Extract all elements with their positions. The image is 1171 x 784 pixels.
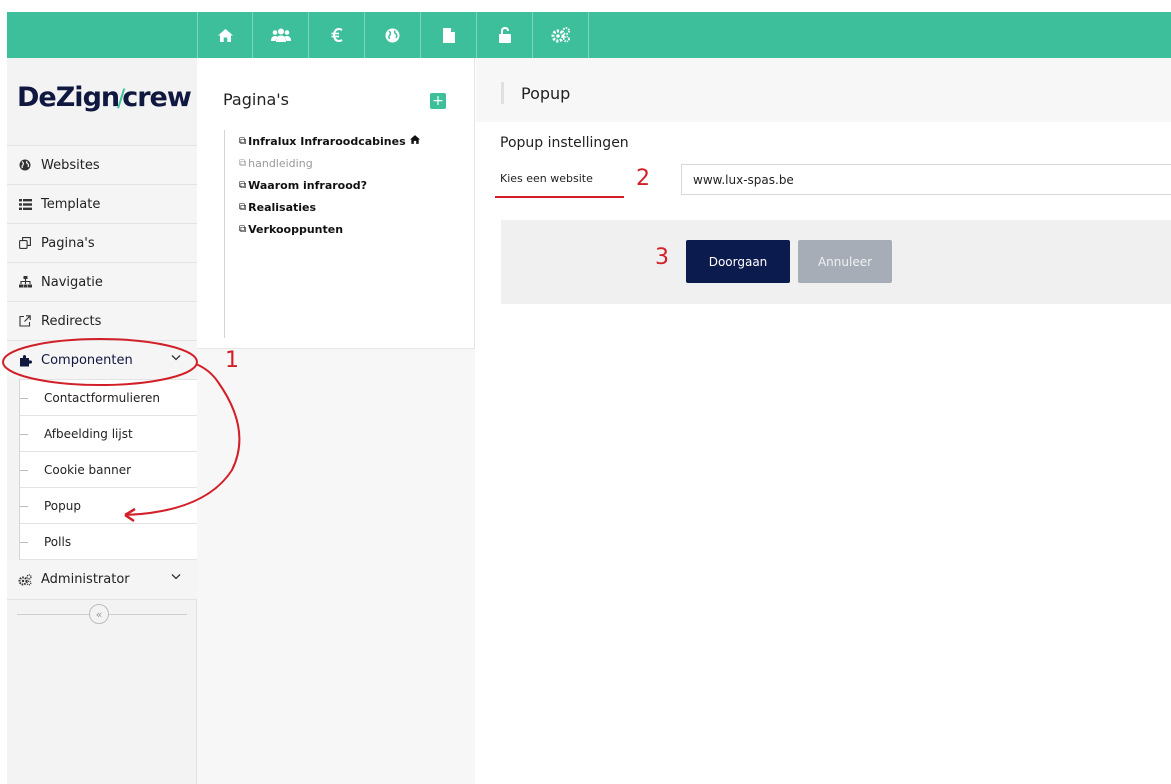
list-icon <box>18 197 32 211</box>
gears-icon[interactable] <box>533 12 589 58</box>
add-page-button[interactable]: + <box>430 93 446 109</box>
sidebar-item-navigatie[interactable]: Navigatie <box>7 262 197 301</box>
globe-icon <box>18 158 32 172</box>
page-tree-item[interactable]: ⧉ Waarom infrarood? <box>225 174 464 196</box>
copy-icon: ⧉ <box>239 223 247 235</box>
users-icon[interactable] <box>253 12 309 58</box>
page-tree-item-label: Realisaties <box>248 200 317 214</box>
sidebar-item-label: Websites <box>41 157 100 173</box>
section-title: Popup instellingen <box>500 135 629 151</box>
form-actions: Doorgaan Annuleer <box>501 220 1171 304</box>
unlock-icon[interactable] <box>477 12 533 58</box>
page-tree-item[interactable]: ⧉ handleiding <box>225 152 464 174</box>
chevron-down-icon[interactable] <box>171 353 181 364</box>
copy-icon: ⧉ <box>239 157 247 169</box>
pages-panel-title: Pagina's <box>223 90 290 109</box>
page-tree-item-label: Verkooppunten <box>248 222 344 236</box>
sidebar-collapse-row: « <box>7 599 197 629</box>
sidebar: DeZign/crew Websites Template Pagina's N… <box>7 58 197 784</box>
copy-icon: ⧉ <box>239 179 247 191</box>
logo-text-crew: crew <box>122 82 192 113</box>
copy-icon: ⧉ <box>239 135 247 147</box>
pages-panel: Pagina's + ⧉ Infralux Infraroodcabines ⧉… <box>197 58 475 784</box>
page-tree-item[interactable]: ⧉ Infralux Infraroodcabines <box>225 130 464 152</box>
page-tree-item-label: Infralux Infraroodcabines <box>248 134 406 148</box>
sidebar-item-administrator[interactable]: Administrator <box>7 560 197 599</box>
sidebar-nav: Websites Template Pagina's Navigatie Red… <box>7 145 197 629</box>
main-content: Popup Popup instellingen Kies een websit… <box>476 58 1171 784</box>
copy-icon <box>18 236 32 250</box>
title-accent-bar <box>501 82 504 104</box>
logo-text-de: De <box>17 82 57 113</box>
sidebar-item-template[interactable]: Template <box>7 184 197 223</box>
sidebar-item-redirects[interactable]: Redirects <box>7 301 197 340</box>
sidebar-item-componenten[interactable]: Componenten <box>7 340 197 379</box>
sidebar-item-label: Template <box>41 196 101 212</box>
sidebar-item-websites[interactable]: Websites <box>7 145 197 184</box>
continue-button[interactable]: Doorgaan <box>686 240 790 283</box>
page-tree: ⧉ Infralux Infraroodcabines ⧉ handleidin… <box>224 130 464 338</box>
sidebar-item-label: Administrator <box>41 572 130 587</box>
sidebar-item-label: Componenten <box>41 352 133 368</box>
top-toolbar <box>7 12 1171 58</box>
componenten-submenu: Contactformulieren Afbeelding lijst Cook… <box>19 379 197 560</box>
globe-icon[interactable] <box>365 12 421 58</box>
file-icon[interactable] <box>421 12 477 58</box>
submenu-item-afbeelding-lijst[interactable]: Afbeelding lijst <box>20 416 197 452</box>
brand-logo[interactable]: DeZign/crew <box>17 82 192 113</box>
submenu-item-popup[interactable]: Popup <box>20 488 197 524</box>
sitemap-icon <box>18 275 32 289</box>
home-icon <box>409 135 420 147</box>
submenu-item-polls[interactable]: Polls <box>20 524 197 560</box>
page-tree-item[interactable]: ⧉ Realisaties <box>225 196 464 218</box>
home-icon[interactable] <box>197 12 253 58</box>
main-header: Popup <box>476 58 1171 122</box>
logo-area: DeZign/crew <box>7 58 197 145</box>
submenu-item-contactformulieren[interactable]: Contactformulieren <box>20 380 197 416</box>
logo-text-zign: Zign <box>55 82 120 113</box>
page-tree-item-label: Waarom infrarood? <box>248 178 368 192</box>
sidebar-item-paginas[interactable]: Pagina's <box>7 223 197 262</box>
annotation-step-2: 2 <box>636 166 650 191</box>
chevron-down-icon[interactable] <box>171 572 181 583</box>
external-link-icon <box>18 314 32 328</box>
copy-icon: ⧉ <box>239 201 247 213</box>
annotation-step-1: 1 <box>225 348 239 373</box>
collapse-sidebar-button[interactable]: « <box>89 604 109 624</box>
puzzle-icon <box>18 353 32 367</box>
sidebar-item-label: Navigatie <box>41 274 103 290</box>
submenu-item-cookie-banner[interactable]: Cookie banner <box>20 452 197 488</box>
page-tree-item[interactable]: ⧉ Verkooppunten <box>225 218 464 240</box>
sidebar-item-label: Pagina's <box>41 235 95 251</box>
cancel-button[interactable]: Annuleer <box>798 240 892 283</box>
pages-panel-footer-area <box>197 348 475 784</box>
annotation-step-3: 3 <box>655 245 669 270</box>
gears-icon <box>18 573 32 587</box>
sidebar-item-label: Redirects <box>41 313 102 329</box>
page-title: Popup <box>521 84 571 103</box>
euro-icon[interactable] <box>309 12 365 58</box>
website-input[interactable] <box>681 164 1171 195</box>
page-tree-item-label: handleiding <box>248 156 313 170</box>
website-field-label: Kies een website <box>500 172 593 185</box>
